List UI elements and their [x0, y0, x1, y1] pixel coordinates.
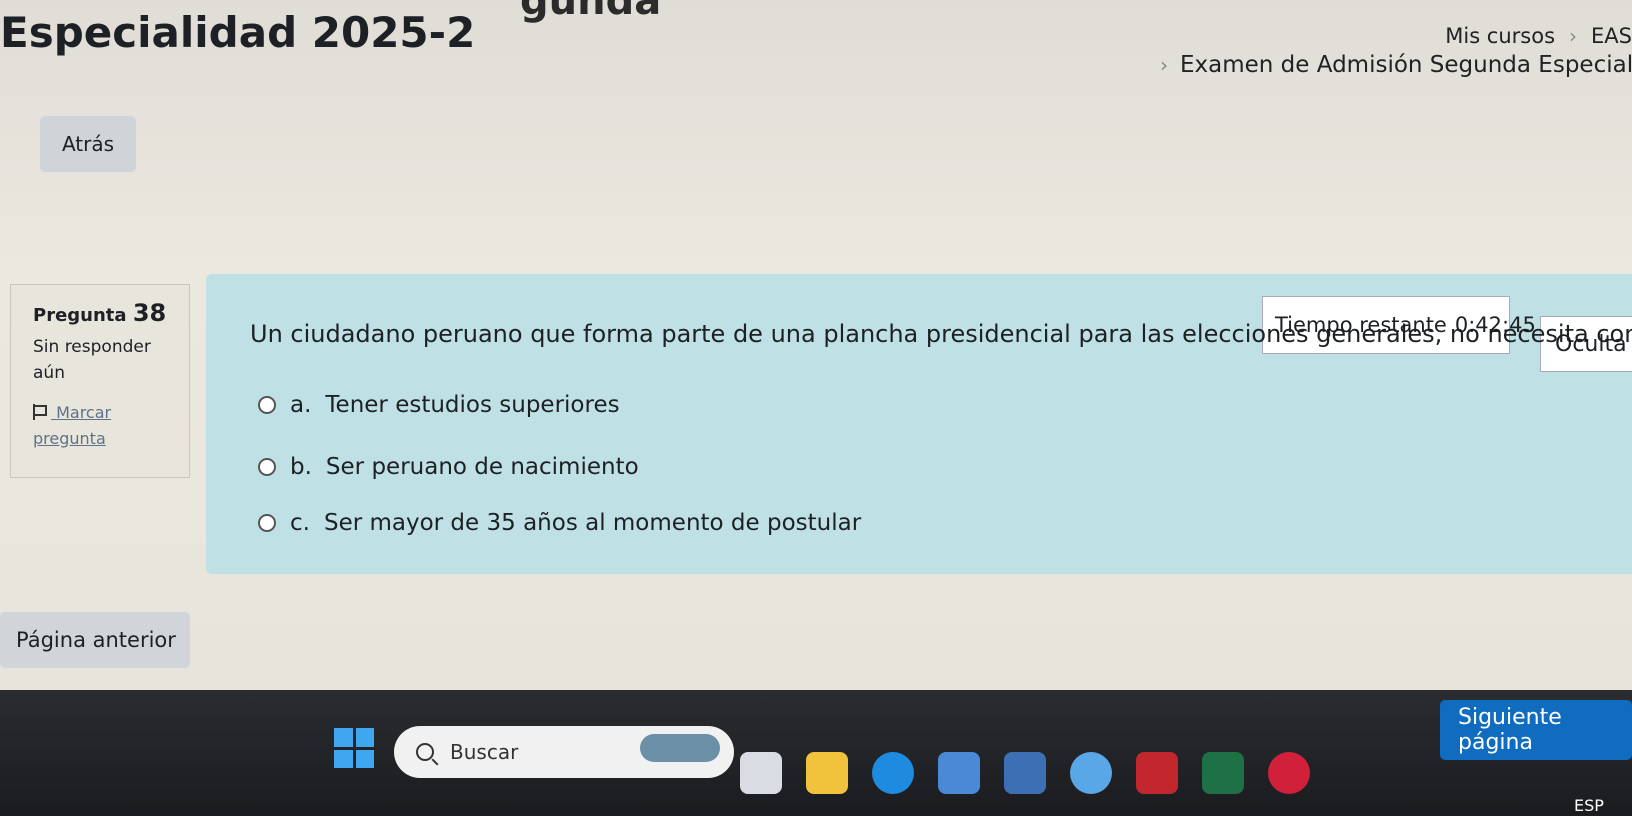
question-info-panel: Pregunta 38 Sin responder aún Marcar pre…	[10, 284, 190, 478]
search-placeholder[interactable]: Buscar	[450, 740, 518, 764]
flag-question-link[interactable]: Marcar pregunta	[33, 400, 167, 451]
answer-text: Ser mayor de 35 años al momento de postu…	[323, 510, 862, 536]
answer-letter: b.	[290, 454, 312, 480]
breadcrumb-course: › Examen de Admisión Segunda Especialida…	[1160, 52, 1632, 78]
back-button[interactable]: Atrás	[40, 116, 136, 172]
partial-title-top: gunda	[520, 0, 662, 24]
answer-letter: a.	[290, 392, 312, 418]
chevron-right-icon: ›	[1569, 24, 1578, 48]
chrome-icon[interactable]	[1070, 752, 1112, 794]
chevron-right-icon: ›	[1160, 53, 1168, 77]
moodle-quiz-page: gunda Especialidad 2025-2 Mis cursos › E…	[0, 0, 1632, 690]
radio-button[interactable]	[258, 458, 276, 476]
breadcrumb-exam-link[interactable]: Examen de Admisión Segunda Especialidad	[1180, 52, 1632, 78]
answer-option-a[interactable]: a. Tener estudios superiores	[258, 392, 620, 418]
breadcrumb-eas[interactable]: EAS	[1591, 24, 1632, 48]
radio-button[interactable]	[258, 514, 276, 532]
question-state: Sin responder aún	[33, 337, 151, 383]
store-icon[interactable]	[938, 752, 980, 794]
question-label: Pregunta	[33, 305, 127, 326]
breadcrumb: Mis cursos › EAS	[1445, 24, 1632, 48]
widgets-icon[interactable]	[640, 734, 720, 762]
windows-start-icon[interactable]	[334, 728, 374, 768]
radio-button[interactable]	[258, 396, 276, 414]
search-icon	[416, 743, 434, 761]
page-title: Especialidad 2025-2	[0, 8, 476, 57]
opera-icon[interactable]	[1268, 752, 1310, 794]
excel-icon[interactable]	[1202, 752, 1244, 794]
answer-option-c[interactable]: c. Ser mayor de 35 años al momento de po…	[258, 510, 861, 536]
edge-icon[interactable]	[872, 752, 914, 794]
flag-icon	[33, 404, 47, 420]
answer-text: Tener estudios superiores	[325, 392, 620, 418]
mcafee-icon[interactable]	[1136, 752, 1178, 794]
next-page-button[interactable]: Siguiente página	[1440, 700, 1632, 760]
question-number-value: 38	[132, 299, 167, 327]
file-explorer-icon[interactable]	[806, 752, 848, 794]
meet-icon[interactable]	[1004, 752, 1046, 794]
question-text: Un ciudadano peruano que forma parte de …	[250, 320, 1632, 348]
breadcrumb-mis-cursos[interactable]: Mis cursos	[1445, 24, 1555, 48]
previous-page-button[interactable]: Página anterior	[0, 612, 190, 668]
question-number: Pregunta 38	[33, 299, 167, 327]
language-indicator[interactable]: ESP	[1574, 796, 1604, 815]
answer-letter: c.	[290, 510, 310, 536]
answer-text: Ser peruano de nacimiento	[325, 454, 639, 480]
answer-option-b[interactable]: b. Ser peruano de nacimiento	[258, 454, 639, 480]
task-view-icon[interactable]	[740, 752, 782, 794]
